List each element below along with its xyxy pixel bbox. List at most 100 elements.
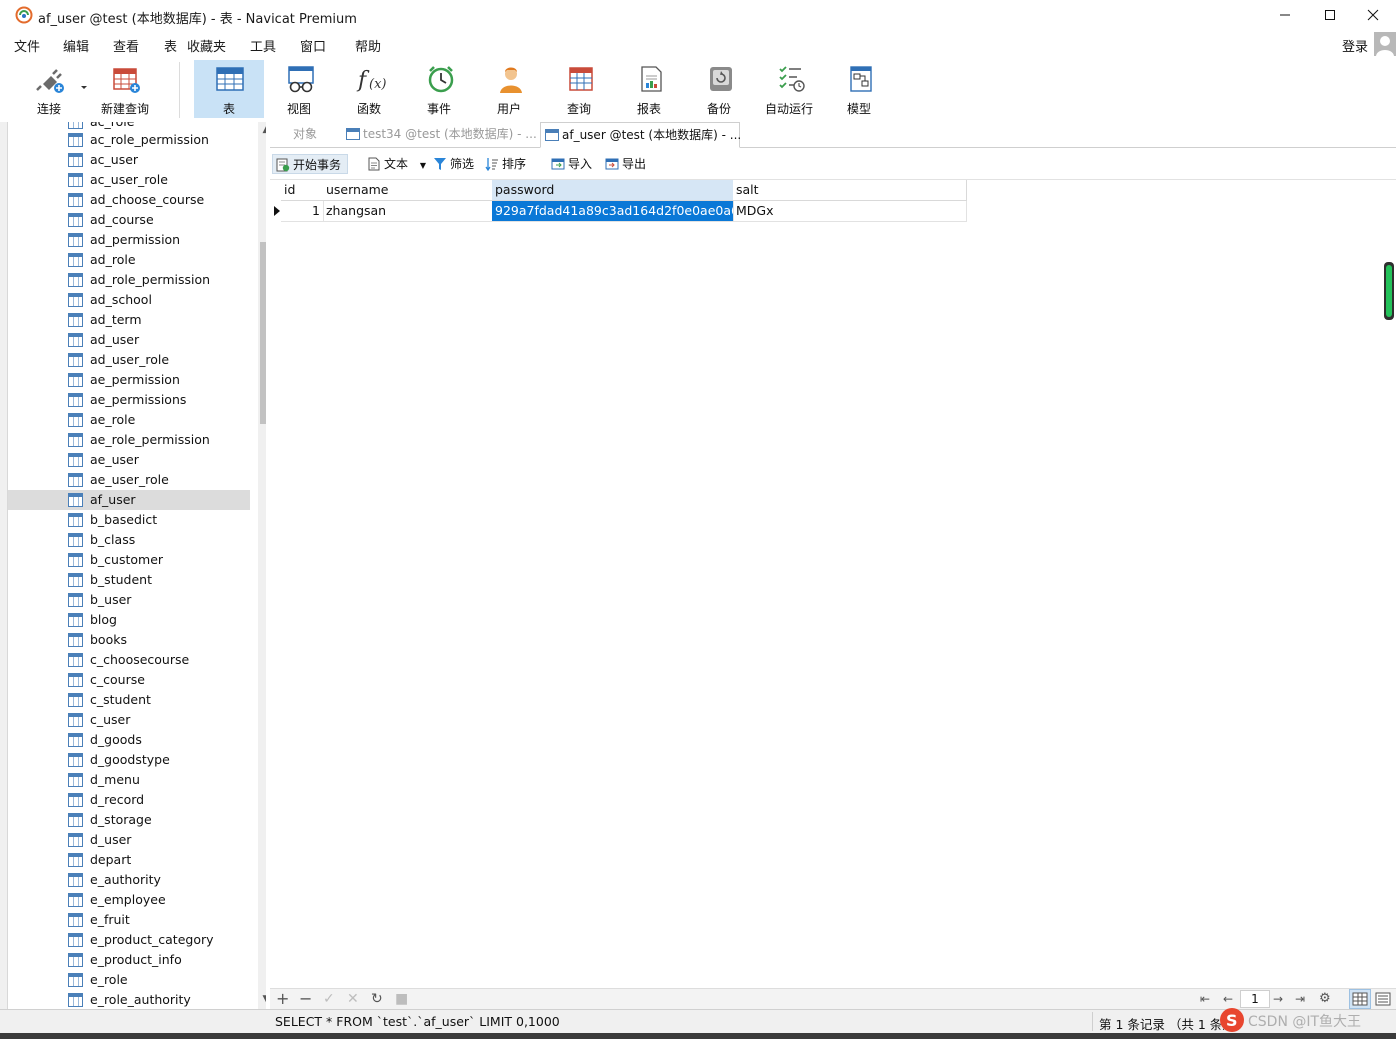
add-record-icon[interactable]: + — [276, 991, 289, 1007]
import-button[interactable]: 导入 — [548, 154, 598, 174]
tree-item-table[interactable]: ad_term — [8, 310, 250, 330]
tree-item-table[interactable]: e_fruit — [8, 910, 250, 930]
tree-item-table[interactable]: d_goodstype — [8, 750, 250, 770]
tree-item-table[interactable]: ad_user — [8, 330, 250, 350]
tree-item-table[interactable]: c_student — [8, 690, 250, 710]
column-header-id[interactable]: id — [281, 180, 324, 201]
tree-item-table[interactable]: depart — [8, 850, 250, 870]
stop-icon[interactable]: ■ — [395, 991, 408, 1007]
tree-item-table[interactable]: c_choosecourse — [8, 650, 250, 670]
column-header-password[interactable]: password — [492, 180, 734, 201]
text-view-button[interactable]: 文本 ▼ — [364, 154, 426, 174]
menu-help[interactable]: 帮助 — [355, 36, 381, 55]
tree-item-table[interactable]: ae_role_permission — [8, 430, 250, 450]
menu-table[interactable]: 表 — [164, 36, 177, 55]
tree-item-table[interactable]: d_menu — [8, 770, 250, 790]
toolbar-table-button[interactable]: 表 — [194, 60, 264, 118]
tree-item-table[interactable]: c_course — [8, 670, 250, 690]
form-view-button[interactable] — [1372, 989, 1394, 1009]
first-page-icon[interactable]: ⇤ — [1200, 991, 1210, 1007]
scrollbar-thumb[interactable] — [260, 242, 266, 424]
minimize-button[interactable] — [1262, 0, 1308, 30]
scroll-up-icon[interactable]: ▲ — [258, 122, 266, 138]
export-button[interactable]: 导出 — [602, 154, 652, 174]
sort-button[interactable]: 排序 — [482, 154, 532, 174]
tab-objects[interactable]: 对象 — [270, 122, 340, 148]
tree-item-table[interactable]: ad_role — [8, 250, 250, 270]
previous-page-icon[interactable]: ← — [1223, 991, 1233, 1007]
scroll-down-icon[interactable]: ▼ — [258, 991, 266, 1007]
menu-view[interactable]: 查看 — [113, 36, 139, 55]
tree-item-table[interactable]: c_user — [8, 710, 250, 730]
data-grid[interactable]: id username password salt 1 zhangsan 929… — [270, 180, 1396, 988]
avatar[interactable] — [1374, 32, 1396, 56]
toolbar-autorun-button[interactable]: 自动运行 — [757, 60, 821, 118]
tree-item-table[interactable]: ae_permissions — [8, 390, 250, 410]
tree-item-table[interactable]: d_goods — [8, 730, 250, 750]
tree-item-table[interactable]: e_product_info — [8, 950, 250, 970]
delete-record-icon[interactable]: − — [299, 991, 312, 1007]
menu-favorites[interactable]: 收藏夹 — [187, 36, 226, 55]
next-page-icon[interactable]: → — [1273, 991, 1283, 1007]
cell-username[interactable]: zhangsan — [323, 201, 493, 222]
tree-item-table[interactable]: e_product_category — [8, 930, 250, 950]
tree-item-table[interactable]: e_authority — [8, 870, 250, 890]
tab-af-user[interactable]: af_user @test (本地数据库) - ... — [540, 122, 741, 148]
toolbar-new-query-button[interactable]: 新建查询 — [92, 60, 158, 118]
tree-item-table[interactable]: ad_role_permission — [8, 270, 250, 290]
grid-view-button[interactable] — [1349, 989, 1371, 1009]
settings-gear-icon[interactable]: ⚙ — [1319, 991, 1331, 1007]
discard-x-icon[interactable]: ✕ — [347, 991, 359, 1007]
column-header-salt[interactable]: salt — [733, 180, 967, 201]
toolbar-user-button[interactable]: 用户 — [477, 60, 541, 118]
page-number-input[interactable]: 1 — [1240, 990, 1270, 1008]
column-header-username[interactable]: username — [323, 180, 493, 201]
maximize-button[interactable] — [1307, 0, 1353, 30]
refresh-icon[interactable]: ↻ — [371, 991, 383, 1007]
tree-item-table[interactable]: ad_user_role — [8, 350, 250, 370]
toolbar-report-button[interactable]: 报表 — [617, 60, 681, 118]
toolbar-backup-button[interactable]: 备份 — [687, 60, 751, 118]
toolbar-model-button[interactable]: 模型 — [827, 60, 891, 118]
toolbar-function-button[interactable]: f (x) 函数 — [337, 60, 401, 118]
tree-item-table[interactable]: ac_user_role — [8, 170, 250, 190]
menu-file[interactable]: 文件 — [14, 36, 40, 55]
tree-item-table[interactable]: e_employee — [8, 890, 250, 910]
tree-item-table[interactable]: ac_user — [8, 150, 250, 170]
apply-check-icon[interactable]: ✓ — [323, 991, 335, 1007]
toolbar-connect-button[interactable]: 连接 — [17, 60, 81, 118]
tree-item-table[interactable]: ae_user_role — [8, 470, 250, 490]
cell-password[interactable]: 929a7fdad41a89c3ad164d2f0e0ae0a6 — [492, 201, 734, 222]
tree-item-table[interactable]: b_class — [8, 530, 250, 550]
tree-item-table[interactable]: b_user — [8, 590, 250, 610]
menu-window[interactable]: 窗口 — [300, 36, 326, 55]
tree-item-table[interactable]: ae_user — [8, 450, 250, 470]
dropdown-arrow-icon[interactable] — [80, 85, 88, 91]
tree-item-table[interactable]: ad_permission — [8, 230, 250, 250]
filter-button[interactable]: 筛选 — [430, 154, 480, 174]
cell-id[interactable]: 1 — [281, 201, 324, 222]
toolbar-query-button[interactable]: 查询 — [547, 60, 611, 118]
begin-transaction-button[interactable]: 开始事务 — [272, 154, 348, 174]
tree-item-table[interactable]: ad_school — [8, 290, 250, 310]
login-link[interactable]: 登录 — [1342, 36, 1368, 55]
tab-test34[interactable]: test34 @test (本地数据库) - ... — [342, 122, 538, 148]
toolbar-event-button[interactable]: 事件 — [407, 60, 471, 118]
last-page-icon[interactable]: ⇥ — [1295, 991, 1305, 1007]
sidebar-scrollbar[interactable]: ▲ ▼ — [258, 122, 266, 1009]
menu-edit[interactable]: 编辑 — [63, 36, 89, 55]
menu-tools[interactable]: 工具 — [250, 36, 276, 55]
tree-item-table[interactable]: ae_permission — [8, 370, 250, 390]
tree-item-table[interactable]: d_user — [8, 830, 250, 850]
tree-item-table[interactable]: af_user — [8, 490, 250, 510]
tree-item-table[interactable]: d_record — [8, 790, 250, 810]
tree-item-table[interactable]: ad_choose_course — [8, 190, 250, 210]
toolbar-view-button[interactable]: 视图 — [267, 60, 331, 118]
tree-item-table[interactable]: e_role_authority — [8, 990, 250, 1009]
tree-item-table[interactable]: ae_role — [8, 410, 250, 430]
tree-item-table[interactable]: b_basedict — [8, 510, 250, 530]
close-button[interactable] — [1350, 0, 1396, 30]
tree-item-table[interactable]: books — [8, 630, 250, 650]
floating-side-widget[interactable] — [1384, 262, 1394, 320]
tree-item-table[interactable]: b_customer — [8, 550, 250, 570]
